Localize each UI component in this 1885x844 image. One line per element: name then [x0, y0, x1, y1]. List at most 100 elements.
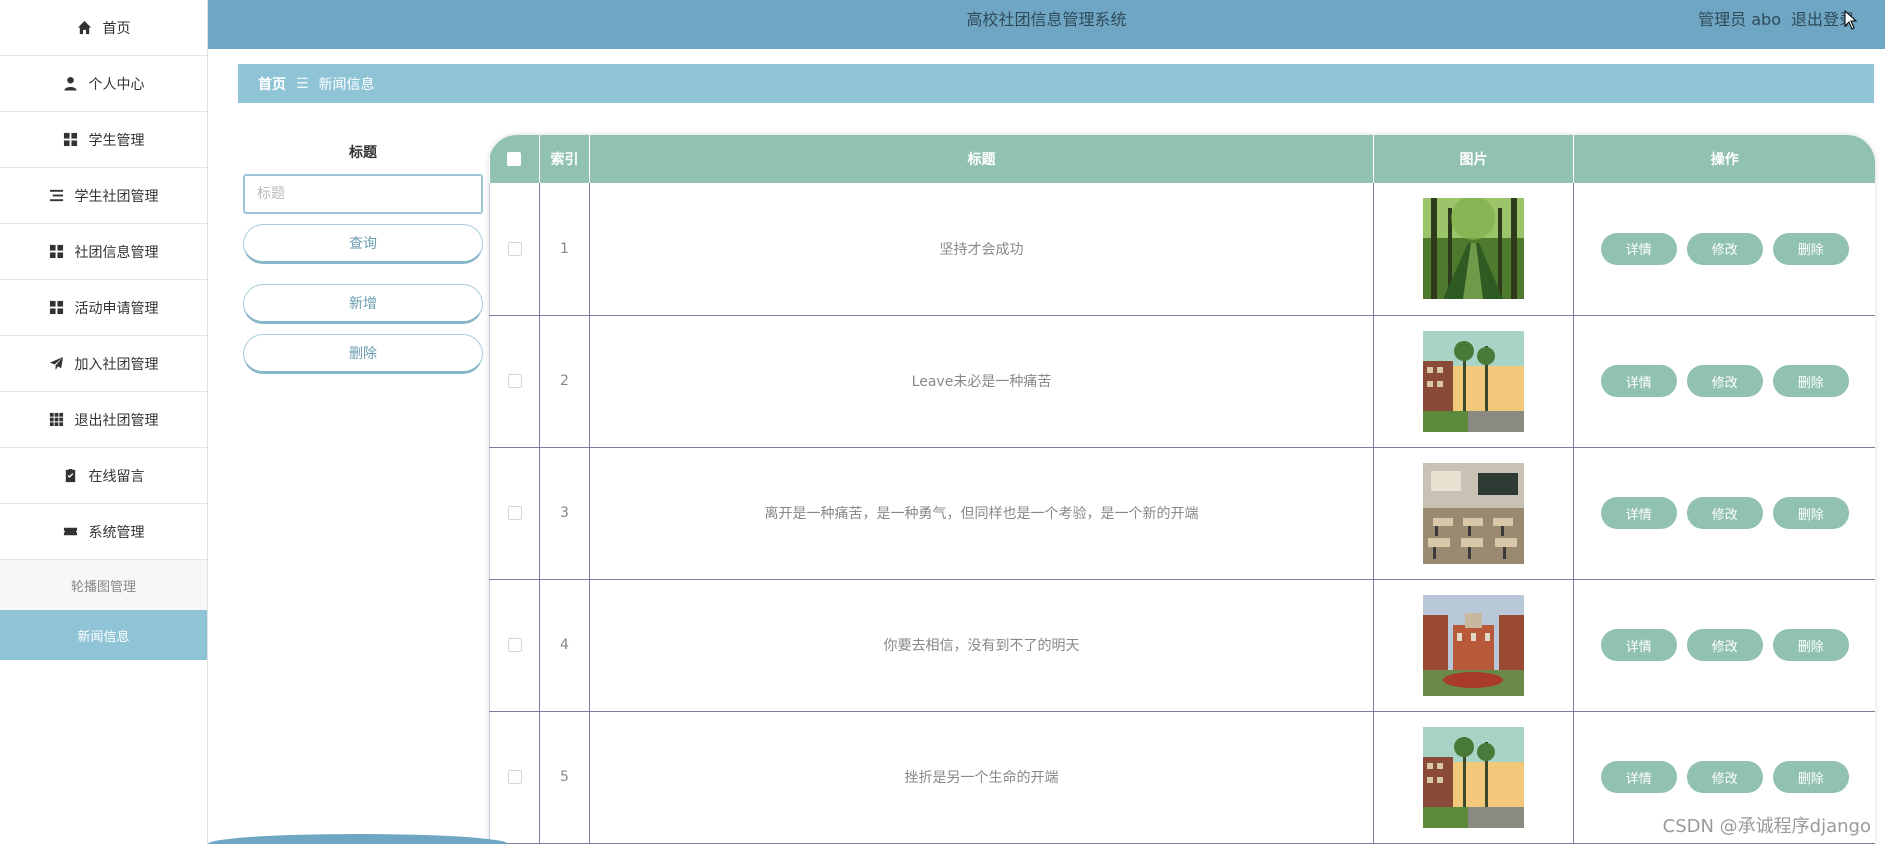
row-title: 坚持才会成功 [589, 183, 1374, 316]
search-label: 标题 [349, 145, 377, 161]
edit-button[interactable]: 修改 [1686, 365, 1763, 397]
decorative-wave [208, 834, 508, 844]
sidebar-item-label: 学生社团管理 [74, 188, 159, 205]
detail-button[interactable]: 详情 [1600, 365, 1677, 397]
user-icon [63, 76, 79, 92]
detail-button[interactable]: 详情 [1600, 232, 1677, 265]
table-row: 2 Leave未必是一种痛苦 详情 修改 删除 [489, 315, 1875, 448]
user-label: 管理员 abo [1698, 10, 1781, 29]
mouse-cursor-icon [1844, 9, 1858, 30]
detail-button[interactable]: 详情 [1600, 761, 1677, 793]
delete-button[interactable]: 删除 [1772, 232, 1849, 265]
delete-button[interactable]: 删除 [1772, 761, 1849, 793]
row-image-cell [1373, 315, 1574, 448]
delete-button[interactable]: 删除 [1772, 365, 1849, 397]
breadcrumb: 首页 ☰ 新闻信息 [238, 64, 1874, 103]
delete-button[interactable]: 删除 [1772, 629, 1849, 661]
sidebar-item-label: 社团信息管理 [74, 244, 159, 261]
sidebar-item-profile[interactable]: 个人中心 [0, 56, 207, 112]
row-select-cell [489, 183, 540, 316]
row-title: 你要去相信，没有到不了的明天 [589, 579, 1374, 712]
row-select-cell [489, 579, 540, 712]
apps-icon [49, 412, 65, 428]
row-title: 离开是一种痛苦，是一种勇气，但同样也是一个考验，是一个新的开端 [589, 447, 1374, 580]
sidebar-subitem-label: 轮播图管理 [70, 579, 136, 595]
table-row: 3 离开是一种痛苦，是一种勇气，但同样也是一个考验，是一个新的开端 详情 修改 … [489, 447, 1875, 580]
edit-button[interactable]: 修改 [1686, 761, 1763, 793]
row-checkbox[interactable] [507, 638, 522, 652]
sidebar-item-leave-club[interactable]: 退出社团管理 [0, 392, 207, 448]
sidebar-subitem-carousel[interactable]: 轮播图管理 [0, 560, 207, 610]
delete-button[interactable]: 删除 [1772, 497, 1849, 529]
sidebar-item-label: 个人中心 [88, 76, 145, 93]
search-input[interactable] [243, 174, 483, 214]
campus-plaza-photo [1423, 594, 1524, 696]
classroom-photo [1423, 462, 1524, 564]
row-image-cell [1373, 711, 1574, 844]
row-checkbox[interactable] [507, 241, 522, 256]
campus-building-sunset-photo [1423, 726, 1524, 828]
row-checkbox[interactable] [507, 506, 522, 520]
sidebar-item-club-info[interactable]: 社团信息管理 [0, 224, 207, 280]
sidebar-item-students[interactable]: 学生管理 [0, 112, 207, 168]
list-icon [49, 188, 65, 204]
sidebar-item-messages[interactable]: 在线留言 [0, 448, 207, 504]
edit-button[interactable]: 修改 [1686, 232, 1763, 265]
breadcrumb-home[interactable]: 首页 [258, 74, 286, 94]
header-index: 索引 [539, 135, 590, 183]
table-header-row: 索引 标题 图片 操作 [489, 135, 1875, 183]
grid-icon [63, 132, 79, 148]
row-index: 1 [539, 183, 590, 316]
grid-icon [49, 300, 65, 316]
row-title: Leave未必是一种痛苦 [589, 315, 1374, 448]
ticket-icon [63, 524, 79, 540]
row-actions-cell: 详情 修改 删除 [1573, 579, 1875, 712]
add-button[interactable]: 新增 [243, 284, 483, 324]
row-select-cell [489, 447, 540, 580]
sidebar-item-join-club[interactable]: 加入社团管理 [0, 336, 207, 392]
row-actions-cell: 详情 修改 删除 [1573, 315, 1875, 448]
sidebar-item-system[interactable]: 系统管理 [0, 504, 207, 560]
sidebar-item-home[interactable]: 首页 [0, 0, 207, 56]
edit-button[interactable]: 修改 [1686, 497, 1763, 529]
row-index: 3 [539, 447, 590, 580]
sidebar-item-label: 系统管理 [88, 524, 145, 541]
query-button[interactable]: 查询 [243, 224, 483, 264]
row-checkbox[interactable] [507, 770, 522, 784]
header-user-area: 管理员 abo 退出登录 [1698, 0, 1855, 40]
row-title: 挫折是另一个生命的开端 [589, 711, 1374, 844]
row-actions-cell: 详情 修改 删除 [1573, 447, 1875, 580]
row-image-cell [1373, 447, 1574, 580]
select-all-checkbox[interactable] [507, 152, 522, 166]
row-image-cell [1373, 579, 1574, 712]
paper-plane-icon [49, 356, 65, 372]
app-title: 高校社团信息管理系统 [966, 10, 1127, 29]
sidebar-item-student-clubs[interactable]: 学生社团管理 [0, 168, 207, 224]
breadcrumb-current: 新闻信息 [318, 76, 375, 93]
grid-icon [49, 244, 65, 260]
watermark: CSDN @承诚程序django [1662, 816, 1871, 837]
edit-button[interactable]: 修改 [1686, 629, 1763, 661]
row-index: 2 [539, 315, 590, 448]
detail-button[interactable]: 详情 [1600, 629, 1677, 661]
table-row: 1 坚持才会成功 详情 修改 删除 [489, 183, 1875, 316]
sidebar-item-label: 退出社团管理 [74, 412, 159, 429]
home-icon [77, 20, 93, 36]
batch-delete-button[interactable]: 删除 [243, 334, 483, 374]
detail-button[interactable]: 详情 [1600, 497, 1677, 529]
row-select-cell [489, 315, 540, 448]
top-header: 高校社团信息管理系统 管理员 abo 退出登录 [208, 0, 1885, 49]
sidebar-item-label: 活动申请管理 [74, 300, 159, 317]
sidebar-item-activity-requests[interactable]: 活动申请管理 [0, 280, 207, 336]
sidebar-item-label: 首页 [102, 20, 131, 37]
header-image: 图片 [1373, 135, 1574, 183]
sidebar-item-label: 加入社团管理 [74, 356, 159, 373]
row-image-cell [1373, 183, 1574, 316]
header-title: 标题 [589, 135, 1374, 183]
sidebar-subitem-news[interactable]: 新闻信息 [0, 610, 207, 660]
breadcrumb-separator-icon: ☰ [296, 75, 309, 92]
row-index: 4 [539, 579, 590, 712]
row-checkbox[interactable] [507, 374, 522, 388]
clipboard-check-icon [63, 468, 79, 484]
row-select-cell [489, 711, 540, 844]
